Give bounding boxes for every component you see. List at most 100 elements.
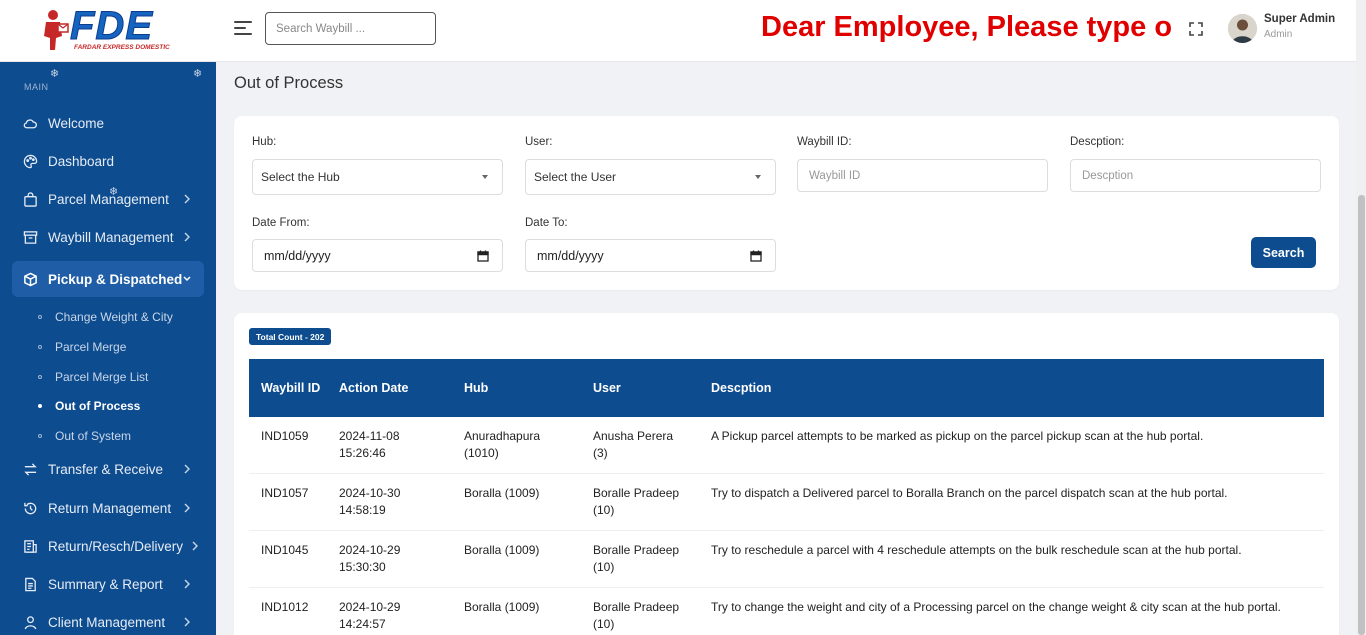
cell-date: 2024-10-30 xyxy=(339,486,401,500)
date-to-input[interactable]: mm/dd/yyyy xyxy=(525,239,776,272)
cell-user: Boralle Pradeep (10) xyxy=(593,542,679,576)
cell-action-date: 2024-10-29 14:24:57 xyxy=(339,599,400,633)
sidebar-item-label: Summary & Report xyxy=(48,576,163,592)
sidebar-item-client-management[interactable]: Client Management xyxy=(12,604,204,635)
cell-user: Boralle Pradeep (10) xyxy=(593,485,679,519)
sidebar-item-label: Transfer & Receive xyxy=(48,461,164,477)
chevron-right-icon xyxy=(184,194,190,204)
sidebar-subitem-label: Out of Process xyxy=(55,399,141,413)
hub-label: Hub: xyxy=(252,136,277,148)
sidebar-item-label: Return Management xyxy=(48,500,172,516)
logo-text: FDE xyxy=(70,4,153,49)
hub-select[interactable]: Select the Hub xyxy=(252,159,503,195)
table-header: Waybill ID Action Date Hub User Descptio… xyxy=(249,359,1324,417)
description-input[interactable] xyxy=(1070,159,1321,192)
announcement-marquee: Dear Employee, Please type o xyxy=(761,11,1173,43)
cell-hub: Boralla (1009) xyxy=(464,599,539,616)
cell-description: Try to reschedule a parcel with 4 resche… xyxy=(711,543,1242,557)
sidebar-subitem-out-of-system[interactable]: Out of System xyxy=(38,426,131,446)
cell-user-name: Boralle Pradeep xyxy=(593,600,680,614)
sidebar-subitem-parcel-merge-list[interactable]: Parcel Merge List xyxy=(38,367,148,387)
cloud-icon xyxy=(22,115,38,131)
sidebar-item-return-management[interactable]: Return Management xyxy=(12,490,204,526)
bag-icon xyxy=(22,191,38,207)
cell-time: 15:30:30 xyxy=(339,560,386,574)
sidebar-item-dashboard[interactable]: Dashboard xyxy=(12,143,204,179)
date-to-value: mm/dd/yyyy xyxy=(537,248,604,263)
page-scrollbar-thumb[interactable] xyxy=(1358,195,1365,635)
palette-icon xyxy=(22,153,38,169)
cell-hub: Anuradhapura (1010) xyxy=(464,428,540,462)
sidebar-item-summary-report[interactable]: Summary & Report xyxy=(12,566,204,602)
sidebar-item-waybill-management[interactable]: Waybill Management xyxy=(12,219,204,255)
date-from-input[interactable]: mm/dd/yyyy xyxy=(252,239,503,272)
sidebar-item-label: Pickup & Dispatched xyxy=(48,271,183,287)
column-header-hub[interactable]: Hub xyxy=(464,359,488,417)
waybill-search-input[interactable] xyxy=(265,12,436,45)
sidebar-subitem-out-of-process[interactable]: Out of Process xyxy=(38,396,140,416)
column-header-user[interactable]: User xyxy=(593,359,621,417)
sidebar-subitem-label: Out of System xyxy=(55,429,132,443)
box-icon xyxy=(22,271,38,287)
page-title: Out of Process xyxy=(234,74,344,92)
cell-hub: Boralla (1009) xyxy=(464,485,539,502)
avatar[interactable] xyxy=(1228,14,1257,43)
date-to-label: Date To: xyxy=(525,217,568,229)
cell-user-code: (3) xyxy=(593,446,608,460)
sidebar-subitem-change-weight-city[interactable]: Change Weight & City xyxy=(38,307,173,327)
sidebar-item-pickup-dispatched[interactable]: Pickup & Dispatched xyxy=(12,261,204,297)
sidebar-subitem-parcel-merge[interactable]: Parcel Merge xyxy=(38,337,126,357)
waybill-id-input[interactable] xyxy=(797,159,1048,192)
column-header-waybill-id[interactable]: Waybill ID xyxy=(261,359,321,417)
column-header-description[interactable]: Descption xyxy=(711,359,771,417)
sidebar-item-transfer-receive[interactable]: Transfer & Receive xyxy=(12,451,204,487)
date-from-label: Date From: xyxy=(252,217,310,229)
cell-user-name: Boralle Pradeep xyxy=(593,543,680,557)
cell-hub-name: Boralla (1009) xyxy=(464,600,540,614)
calendar-icon[interactable] xyxy=(477,250,489,262)
cell-user-code: (10) xyxy=(593,560,615,574)
cell-action-date: 2024-10-29 15:30:30 xyxy=(339,542,400,576)
sidebar-subitem-label: Parcel Merge xyxy=(55,340,127,354)
sidebar-item-label: Parcel Management xyxy=(48,191,169,207)
sidebar-item-label: Dashboard xyxy=(48,153,115,169)
cell-user: Anusha Perera (3) xyxy=(593,428,673,462)
cell-user-name: Anusha Perera xyxy=(593,429,674,443)
cell-description: A Pickup parcel attempts to be marked as… xyxy=(711,429,1204,443)
user-label: User: xyxy=(525,136,553,148)
sidebar-item-label: Waybill Management xyxy=(48,229,174,245)
cell-date: 2024-10-29 xyxy=(339,600,401,614)
fullscreen-icon[interactable] xyxy=(1189,22,1203,36)
chevron-right-icon xyxy=(184,617,190,627)
search-button[interactable]: Search xyxy=(1251,237,1316,268)
cell-waybill-id: IND1057 xyxy=(261,486,309,500)
column-header-action-date[interactable]: Action Date xyxy=(339,359,408,417)
user-icon xyxy=(22,614,38,630)
menu-toggle-icon[interactable] xyxy=(234,21,252,37)
cell-waybill-id: IND1012 xyxy=(261,600,309,614)
user-select[interactable]: Select the User xyxy=(525,159,776,195)
sidebar-item-welcome[interactable]: Welcome xyxy=(12,105,204,141)
cell-time: 15:26:46 xyxy=(339,446,386,460)
cell-action-date: 2024-10-30 14:58:19 xyxy=(339,485,400,519)
cell-action-date: 2024-11-08 15:26:46 xyxy=(339,428,400,462)
table-row[interactable]: IND1057 2024-10-30 14:58:19 Boralla (1009… xyxy=(249,474,1324,531)
cell-user: Boralle Pradeep (10) xyxy=(593,599,679,633)
cell-date: 2024-11-08 xyxy=(339,429,400,443)
top-bar: FDE FARDAR EXPRESS DOMESTIC Dear Employe… xyxy=(0,0,1356,62)
calendar-icon[interactable] xyxy=(750,250,762,262)
sidebar-item-parcel-management[interactable]: Parcel Management xyxy=(12,181,204,217)
cell-waybill-id: IND1045 xyxy=(261,543,309,557)
table-row[interactable]: IND1045 2024-10-29 15:30:30 Boralla (1009… xyxy=(249,531,1324,588)
waybill-id-label: Waybill ID: xyxy=(797,136,852,148)
chevron-right-icon xyxy=(184,232,190,242)
fde-logo[interactable]: FDE FARDAR EXPRESS DOMESTIC xyxy=(40,4,175,54)
sidebar-item-return-resch-delivery[interactable]: Return/Resch/Delivery xyxy=(12,528,204,564)
report-icon xyxy=(22,576,38,592)
table-row[interactable]: IND1059 2024-11-08 15:26:46 Anuradhapura (… xyxy=(249,417,1324,474)
user-name[interactable]: Super Admin xyxy=(1264,13,1335,25)
sidebar: ❄ ❄ ❄ MAIN Welcome Dashboard Parcel Mana… xyxy=(0,62,216,635)
table-row[interactable]: IND1012 2024-10-29 14:24:57 Boralla (1009… xyxy=(249,588,1324,635)
sidebar-item-label: Client Management xyxy=(48,614,166,630)
cell-time: 14:58:19 xyxy=(339,503,386,517)
